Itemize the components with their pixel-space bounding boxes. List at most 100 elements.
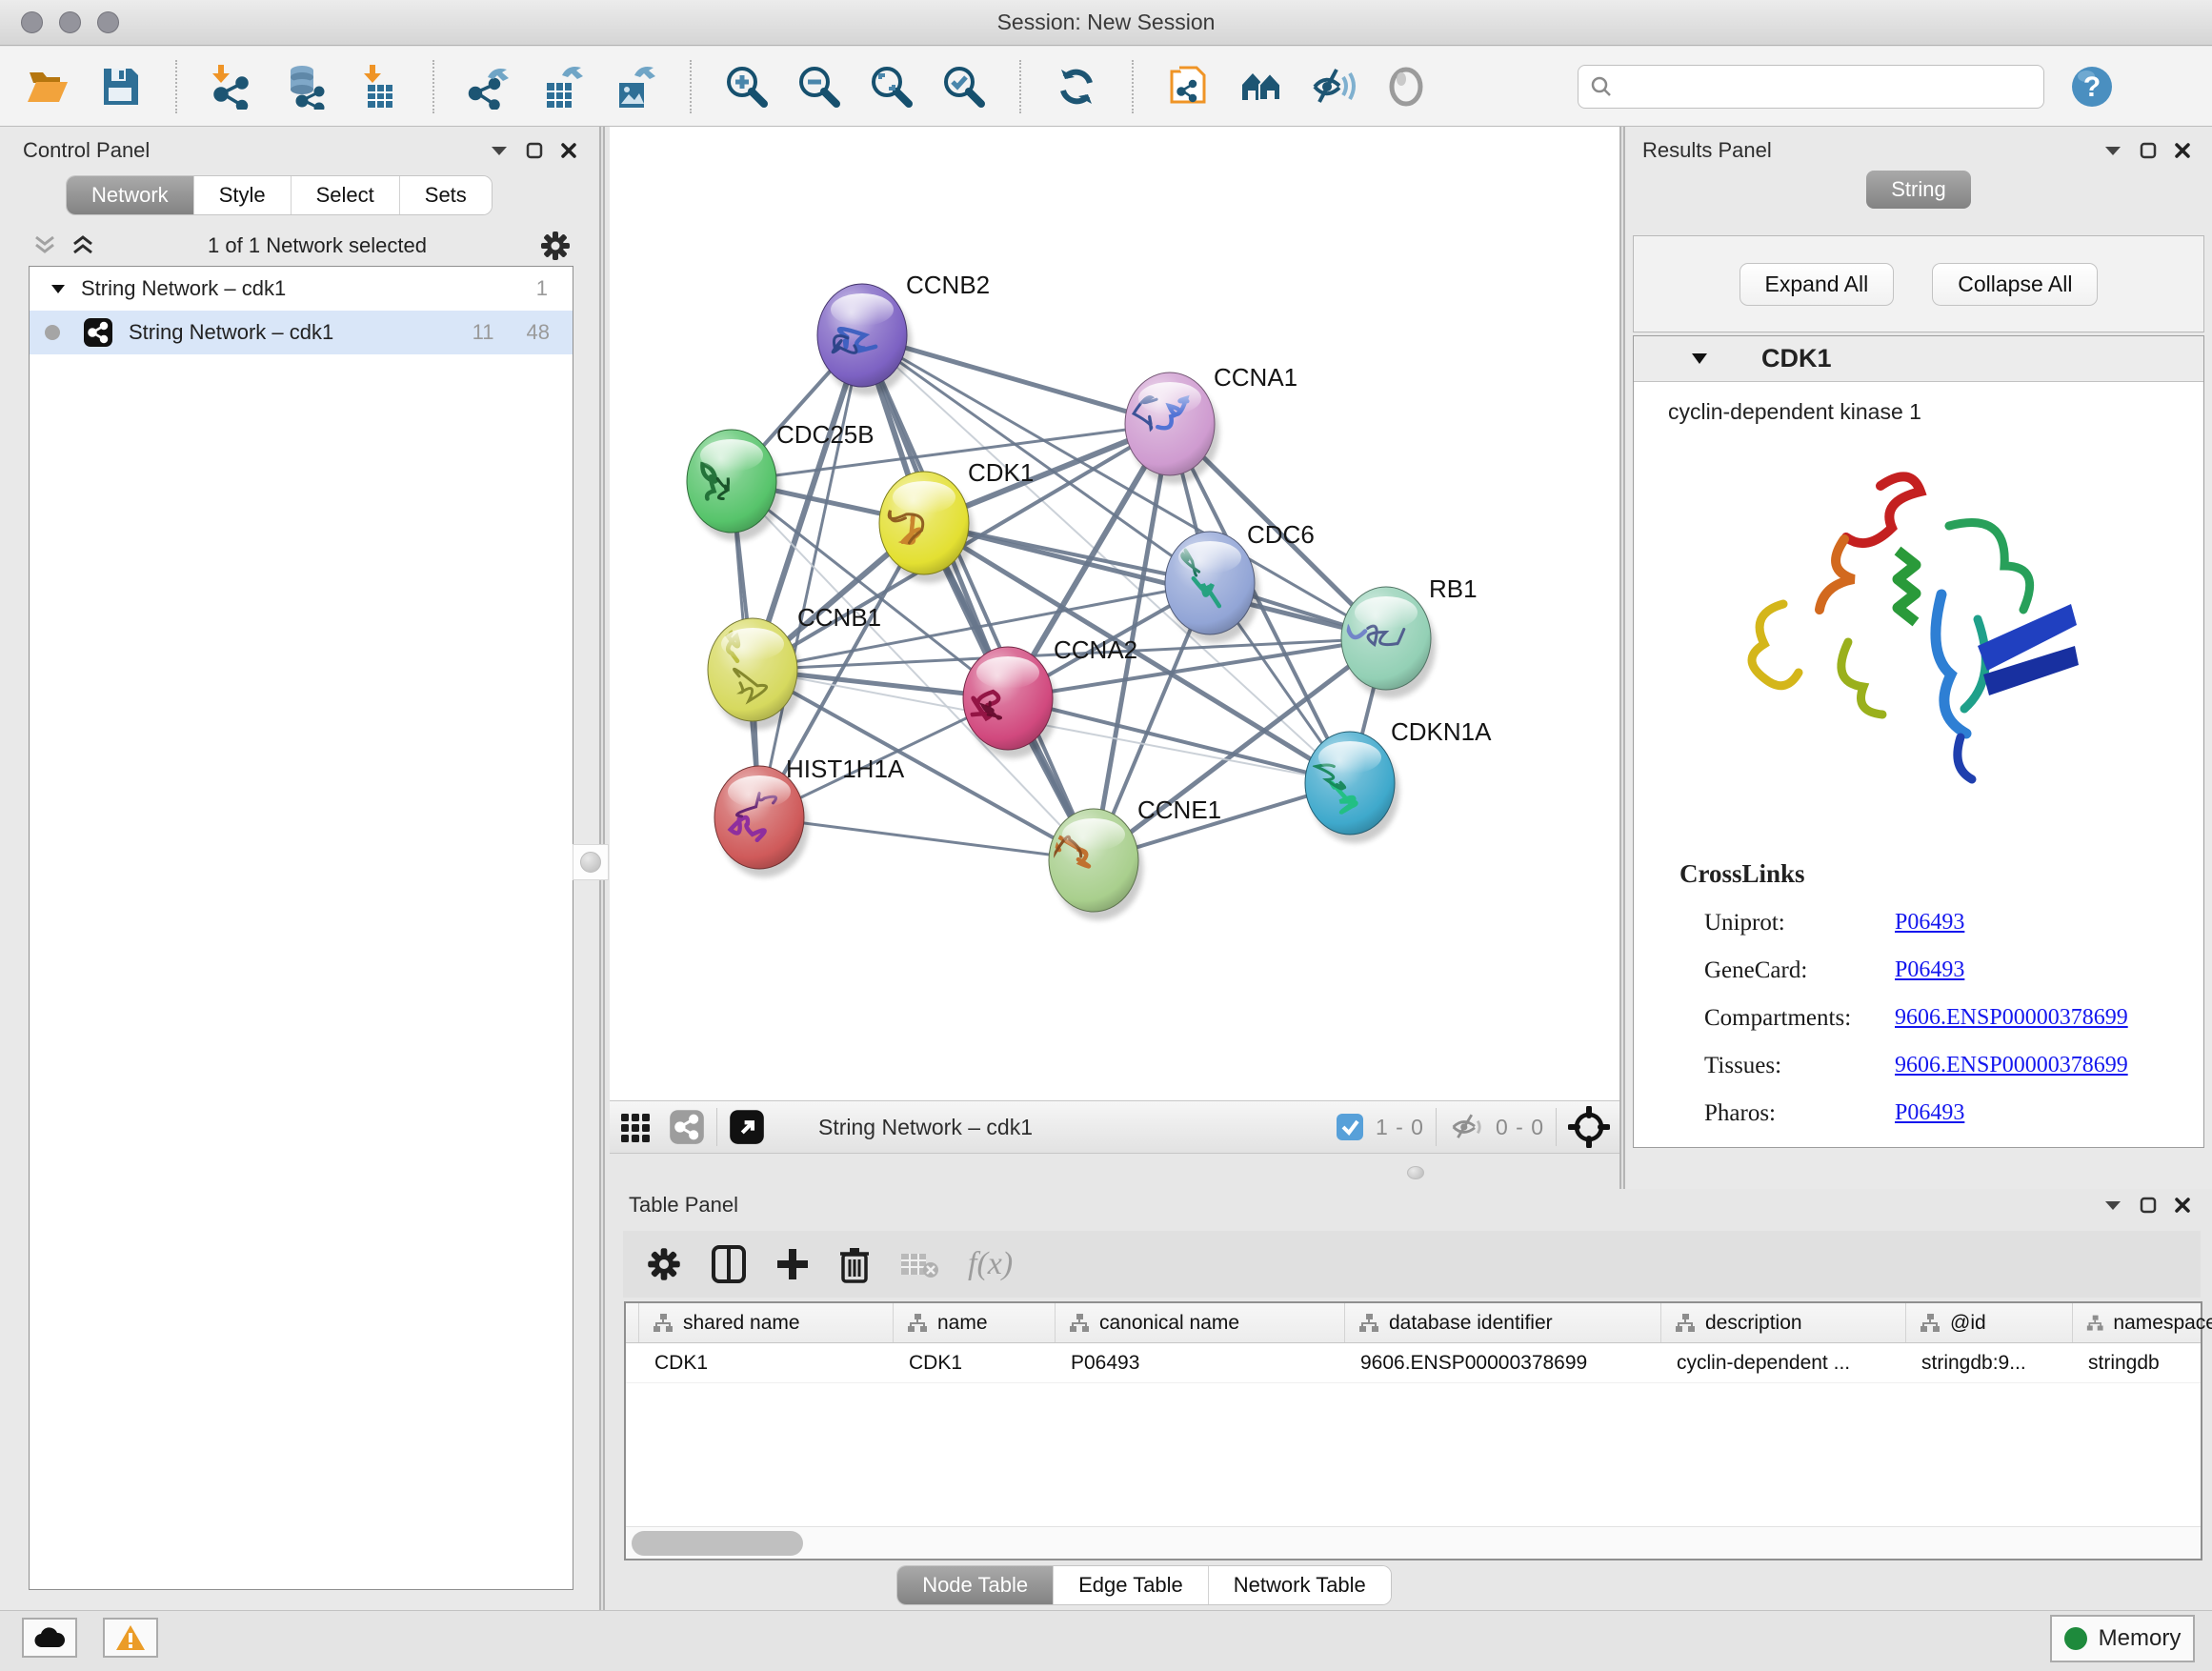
detach-view-icon[interactable] <box>729 1109 765 1145</box>
refresh-button[interactable] <box>1052 62 1101 111</box>
node-label-CCNA2: CCNA2 <box>1054 635 1137 664</box>
cell--id[interactable]: stringdb:9... <box>1906 1343 2073 1382</box>
network-edge-HIST1H1A-CCNE1[interactable] <box>759 817 1094 860</box>
panel-menu-icon[interactable] <box>490 144 509 157</box>
export-table-button[interactable] <box>537 62 587 111</box>
close-panel-icon[interactable] <box>2174 142 2191 159</box>
zoom-selected-button[interactable] <box>939 62 989 111</box>
column-header-database-identifier[interactable]: database identifier <box>1345 1303 1661 1342</box>
tab-network[interactable]: Network <box>67 176 194 214</box>
table-options-gear-icon[interactable] <box>646 1246 682 1282</box>
cell-description[interactable]: cyclin-dependent ... <box>1661 1343 1906 1382</box>
column-header-description[interactable]: description <box>1661 1303 1906 1342</box>
column-header-namespace[interactable]: namespace <box>2073 1303 2212 1342</box>
search-input[interactable] <box>1620 75 2021 98</box>
tab-string[interactable]: String <box>1866 171 1970 209</box>
add-column-icon[interactable] <box>775 1247 810 1281</box>
show-graphics-details-button[interactable] <box>1381 62 1431 111</box>
save-session-button[interactable] <box>95 62 145 111</box>
crosslink-compartments[interactable]: 9606.ENSP00000378699 <box>1895 1005 2203 1032</box>
network-node-CCNE1[interactable]: CCNE1 <box>1037 795 1221 920</box>
horizontal-splitter-handle[interactable] <box>1402 1163 1429 1182</box>
zoom-out-button[interactable] <box>794 62 844 111</box>
network-node-CDC25B[interactable]: CDC25B <box>687 420 875 541</box>
column-header-canonical-name[interactable]: canonical name <box>1056 1303 1345 1342</box>
crosslink-genecard[interactable]: P06493 <box>1895 957 2203 984</box>
collapse-all-icon[interactable] <box>32 234 57 257</box>
hide-selected-button[interactable] <box>1309 62 1358 111</box>
float-panel-icon[interactable] <box>2140 142 2157 159</box>
table-tabs: Node Table Edge Table Network Table <box>897 1566 1391 1604</box>
network-collection-row[interactable]: String Network – cdk1 1 <box>30 267 573 311</box>
grid-view-icon[interactable] <box>619 1110 654 1144</box>
panel-menu-icon[interactable] <box>2103 1198 2122 1212</box>
delete-column-icon[interactable] <box>838 1245 871 1283</box>
tab-edge-table[interactable]: Edge Table <box>1054 1566 1209 1604</box>
network-row-selected[interactable]: String Network – cdk1 11 48 <box>30 311 573 354</box>
export-image-button[interactable] <box>610 62 659 111</box>
expand-all-button[interactable]: Expand All <box>1739 263 1895 306</box>
import-network-from-file-button[interactable] <box>208 62 257 111</box>
network-node-CDK1[interactable]: CDK1 <box>879 458 1034 583</box>
float-panel-icon[interactable] <box>2140 1197 2157 1214</box>
copy-network-button[interactable] <box>1164 62 1214 111</box>
network-node-CCNB1[interactable]: CCNB1 <box>708 603 881 730</box>
minimize-window-button[interactable] <box>59 11 81 33</box>
left-splitter-handle[interactable] <box>573 844 609 880</box>
network-node-RB1[interactable]: RB1 <box>1330 574 1478 698</box>
cloud-status-button[interactable] <box>22 1618 77 1658</box>
network-edge-CDK1-RB1[interactable] <box>924 523 1386 638</box>
scrollbar-thumb[interactable] <box>632 1531 803 1556</box>
cell-canonical-name[interactable]: P06493 <box>1056 1343 1345 1382</box>
export-network-button[interactable] <box>465 62 514 111</box>
column-header--id[interactable]: @id <box>1906 1303 2073 1342</box>
warnings-button[interactable] <box>103 1618 158 1658</box>
crosslink-uniprot[interactable]: P06493 <box>1895 910 2203 936</box>
memory-button[interactable]: Memory <box>2050 1615 2195 1662</box>
tab-network-table[interactable]: Network Table <box>1209 1566 1391 1604</box>
float-panel-icon[interactable] <box>526 142 543 159</box>
network-node-HIST1H1A[interactable]: HIST1H1A <box>714 755 905 877</box>
zoom-in-button[interactable] <box>722 62 772 111</box>
birdseye-navigator-icon[interactable] <box>1568 1106 1610 1148</box>
cell-name[interactable]: CDK1 <box>894 1343 1056 1382</box>
network-node-CCNB2[interactable]: CCNB2 <box>817 271 990 395</box>
cell-shared-name[interactable]: CDK1 <box>639 1343 894 1382</box>
network-edge-CCNB2-HIST1H1A[interactable] <box>759 335 862 817</box>
gene-section-header[interactable]: CDK1 <box>1634 336 2203 382</box>
panel-menu-icon[interactable] <box>2103 144 2122 157</box>
close-window-button[interactable] <box>21 11 43 33</box>
selected-checkbox-icon[interactable] <box>1336 1113 1364 1141</box>
network-canvas[interactable]: CCNB2CCNA1CDC25BCDK1CDC6RB1CCNB1CCNA2CDK… <box>610 127 1619 1100</box>
collapse-all-button[interactable]: Collapse All <box>1932 263 2098 306</box>
tab-select[interactable]: Select <box>292 176 400 214</box>
tab-style[interactable]: Style <box>194 176 292 214</box>
cell-namespace[interactable]: stringdb <box>2073 1343 2212 1382</box>
section-collapse-icon[interactable] <box>1691 352 1708 365</box>
show-columns-icon[interactable] <box>711 1244 747 1284</box>
tab-sets[interactable]: Sets <box>400 176 492 214</box>
cell-database-identifier[interactable]: 9606.ENSP00000378699 <box>1345 1343 1661 1382</box>
network-node-CDC6[interactable]: CDC6 <box>1165 520 1315 643</box>
help-button[interactable]: ? <box>2067 62 2117 111</box>
zoom-window-button[interactable] <box>97 11 119 33</box>
close-panel-icon[interactable] <box>560 142 577 159</box>
tree-expand-icon[interactable] <box>50 283 66 294</box>
table-row[interactable]: CDK1CDK1P064939606.ENSP00000378699cyclin… <box>626 1343 2201 1383</box>
horizontal-scrollbar[interactable] <box>626 1526 2201 1559</box>
first-neighbors-button[interactable] <box>1237 62 1286 111</box>
import-network-from-database-button[interactable] <box>280 62 330 111</box>
column-header-name[interactable]: name <box>894 1303 1056 1342</box>
network-options-gear-icon[interactable] <box>539 230 572 262</box>
import-table-from-file-button[interactable] <box>352 62 402 111</box>
expand-all-icon[interactable] <box>70 234 95 257</box>
open-file-button[interactable] <box>23 62 72 111</box>
string-view-icon[interactable] <box>669 1109 705 1145</box>
column-header-shared-name[interactable]: shared name <box>639 1303 894 1342</box>
crosslink-tissues[interactable]: 9606.ENSP00000378699 <box>1895 1053 2203 1079</box>
network-node-CDKN1A[interactable]: CDKN1A <box>1305 717 1492 843</box>
zoom-fit-button[interactable] <box>867 62 916 111</box>
close-panel-icon[interactable] <box>2174 1197 2191 1214</box>
tab-node-table[interactable]: Node Table <box>897 1566 1054 1604</box>
crosslink-pharos[interactable]: P06493 <box>1895 1100 2203 1127</box>
